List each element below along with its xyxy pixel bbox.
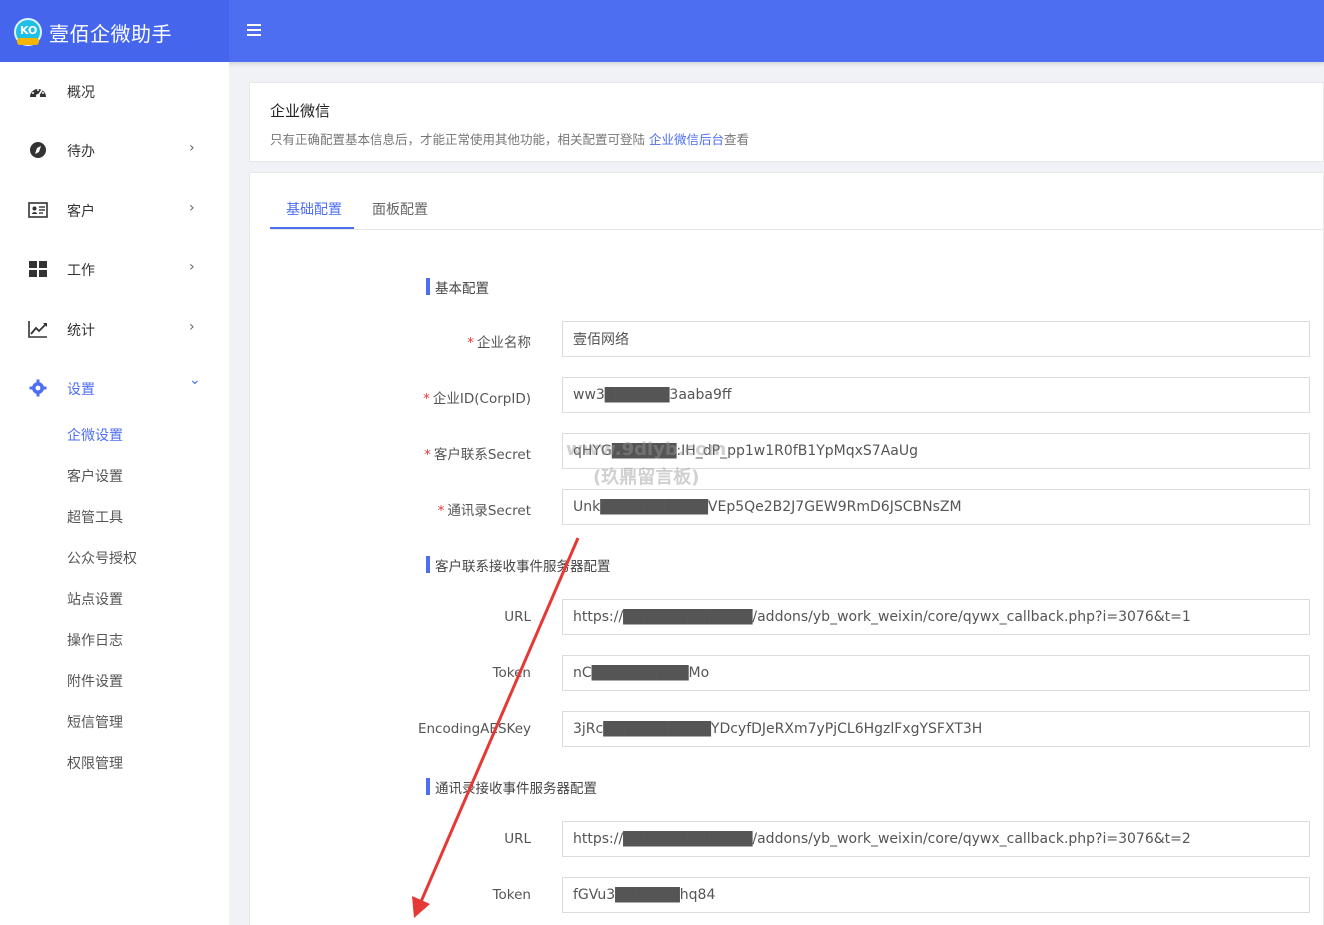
sidebar-subitem-wecom-settings[interactable]: 企微设置 xyxy=(67,425,123,445)
sidebar-item-customer[interactable]: 客户 › xyxy=(0,190,229,230)
chevron-down-icon: ⌄ xyxy=(189,372,201,388)
config-card: 基础配置 面板配置 基本配置 *企业名称 *企业ID(CorpID) *客户联系… xyxy=(249,172,1324,925)
sidebar-item-todo[interactable]: 待办 › xyxy=(0,130,229,170)
section-customer-event: 客户联系接收事件服务器配置 xyxy=(426,555,611,575)
tab-basic-config[interactable]: 基础配置 xyxy=(286,199,342,219)
top-header: KO 壹佰企微助手 xyxy=(0,0,1324,62)
chart-line-icon xyxy=(28,321,47,338)
wecom-admin-link[interactable]: 企业微信后台 xyxy=(649,132,724,147)
info-description: 只有正确配置基本信息后，才能正常使用其他功能，相关配置可登陆 企业微信后台查看 xyxy=(270,129,749,148)
chevron-right-icon: › xyxy=(189,259,195,275)
info-card: 企业微信 只有正确配置基本信息后，才能正常使用其他功能，相关配置可登陆 企业微信… xyxy=(249,82,1324,162)
sidebar-item-label: 待办 xyxy=(67,144,95,160)
sidebar-subitem-attachment-settings[interactable]: 附件设置 xyxy=(67,671,123,691)
sidebar-subitem-official-account-auth[interactable]: 公众号授权 xyxy=(67,548,137,568)
logo-tag xyxy=(17,38,39,45)
logo-text: KO xyxy=(20,24,38,37)
sidebar-subitem-operation-log[interactable]: 操作日志 xyxy=(67,630,123,650)
sidebar-item-label: 概况 xyxy=(67,85,95,101)
customer-token-label: Token xyxy=(492,665,531,681)
gear-icon xyxy=(29,379,47,397)
grid-icon xyxy=(29,261,47,277)
info-text: 只有正确配置基本信息后，才能正常使用其他功能，相关配置可登陆 xyxy=(270,132,649,147)
contact-url-input[interactable] xyxy=(562,821,1310,857)
corp-id-input[interactable] xyxy=(562,377,1310,413)
sidebar: 概况 待办 › 客户 › 工作 › 统计 › 设置 ⌄ 企微设置 客户设置 超管… xyxy=(0,62,229,925)
sidebar-subitem-site-settings[interactable]: 站点设置 xyxy=(67,589,123,609)
sidebar-item-settings[interactable]: 设置 ⌄ xyxy=(0,368,229,408)
customer-aeskey-label: EncodingAESKey xyxy=(417,721,531,737)
corp-name-label: * 企业名称 xyxy=(467,335,531,351)
corp-id-label: * 企业ID(CorpID) xyxy=(423,391,531,407)
sidebar-item-label: 客户 xyxy=(67,204,95,220)
contact-token-label: Token xyxy=(492,887,531,903)
sidebar-subitem-customer-settings[interactable]: 客户设置 xyxy=(67,466,123,486)
section-basic: 基本配置 xyxy=(426,277,489,297)
sidebar-item-label: 设置 xyxy=(67,382,95,398)
contact-card-icon xyxy=(28,202,48,218)
contact-secret-input[interactable] xyxy=(562,489,1310,525)
sidebar-item-statistics[interactable]: 统计 › xyxy=(0,309,229,349)
active-tab-indicator xyxy=(270,227,354,229)
hamburger-menu-icon[interactable] xyxy=(247,24,261,36)
chevron-right-icon: › xyxy=(189,200,195,216)
app-title: 壹佰企微助手 xyxy=(49,22,172,46)
contact-secret-label: * 通讯录Secret xyxy=(437,503,531,519)
page-title: 企业微信 xyxy=(270,102,331,120)
customer-url-label: URL xyxy=(504,609,531,625)
customer-secret-input[interactable] xyxy=(562,433,1310,469)
sidebar-item-work[interactable]: 工作 › xyxy=(0,249,229,289)
sidebar-item-overview[interactable]: 概况 xyxy=(0,71,229,111)
sidebar-subitem-admin-tools[interactable]: 超管工具 xyxy=(67,507,123,527)
customer-url-input[interactable] xyxy=(562,599,1310,635)
compass-icon xyxy=(30,142,46,158)
tab-panel-config[interactable]: 面板配置 xyxy=(372,199,428,219)
info-text-suffix: 查看 xyxy=(724,132,750,147)
logo: KO xyxy=(14,18,42,46)
chevron-right-icon: › xyxy=(189,319,195,335)
sidebar-subitem-sms-management[interactable]: 短信管理 xyxy=(67,712,123,732)
section-contact-event: 通讯录接收事件服务器配置 xyxy=(426,777,597,797)
customer-aeskey-input[interactable] xyxy=(562,711,1310,747)
tabs-divider xyxy=(270,229,1324,230)
corp-name-input[interactable] xyxy=(562,321,1310,357)
sidebar-item-label: 统计 xyxy=(67,323,95,339)
customer-token-input[interactable] xyxy=(562,655,1310,691)
sidebar-subitem-permission-management[interactable]: 权限管理 xyxy=(67,753,123,773)
dashboard-icon xyxy=(30,89,46,98)
contact-token-input[interactable] xyxy=(562,877,1310,913)
sidebar-item-label: 工作 xyxy=(67,263,95,279)
brand[interactable]: KO 壹佰企微助手 xyxy=(0,0,229,62)
chevron-right-icon: › xyxy=(189,140,195,156)
contact-url-label: URL xyxy=(504,831,531,847)
customer-secret-label: * 客户联系Secret xyxy=(424,447,531,463)
